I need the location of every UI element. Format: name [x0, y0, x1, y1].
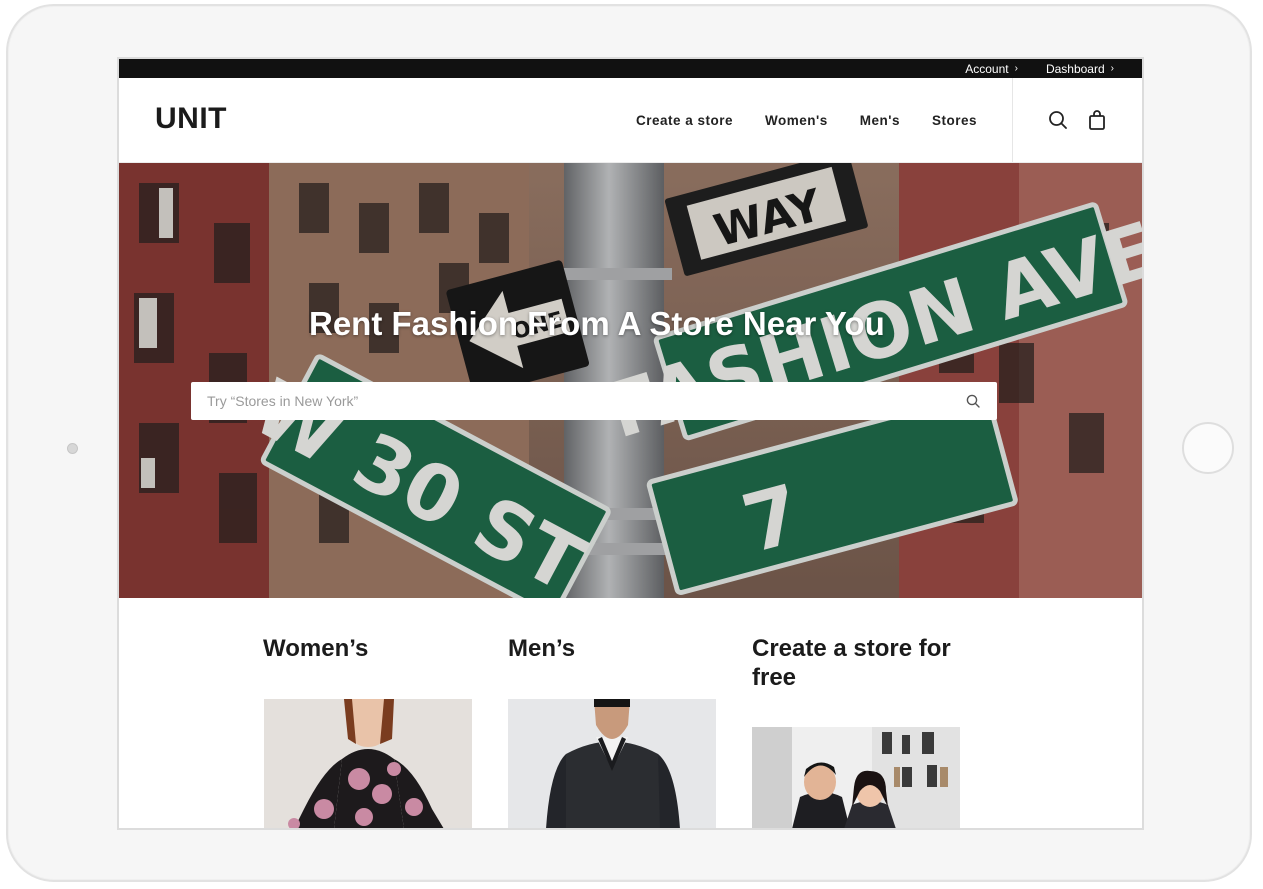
home-button[interactable] — [1182, 422, 1234, 474]
category-section: Women’s Men’s Create a store for free — [119, 599, 1142, 828]
site-header: UNIT Create a store Women's Men's Stores — [119, 78, 1142, 163]
nav-stores[interactable]: Stores — [932, 113, 977, 128]
nav-mens[interactable]: Men's — [860, 113, 900, 128]
mens-category-image[interactable] — [508, 699, 716, 828]
hero-background-image: WAY ONE FASHION AVE 7 W 30 ST — [119, 163, 1142, 598]
account-link-label: Account — [965, 61, 1009, 76]
top-utility-bar: Account › Dashboard › — [119, 59, 1142, 78]
site-logo[interactable]: UNIT — [155, 102, 227, 136]
shopping-bag-icon[interactable] — [1085, 108, 1109, 132]
search-icon[interactable] — [1046, 108, 1070, 132]
womens-category-image[interactable] — [264, 699, 472, 828]
category-title: Create a store for free — [752, 635, 951, 691]
nav-create-store[interactable]: Create a store — [636, 113, 733, 128]
create-store-category-image[interactable] — [752, 727, 960, 828]
category-title: Women’s — [263, 635, 369, 662]
main-nav: Create a store Women's Men's Stores — [636, 113, 977, 128]
category-title: Men’s — [508, 635, 576, 662]
hero-search — [191, 382, 997, 420]
header-divider — [1012, 78, 1013, 162]
nav-womens[interactable]: Women's — [765, 113, 828, 128]
dashboard-link-label: Dashboard — [1045, 61, 1105, 76]
camera-icon — [67, 443, 78, 454]
store-search-input[interactable] — [191, 382, 967, 420]
chevron-right-icon: › — [1110, 63, 1114, 74]
browser-screen: Account › Dashboard › UNIT Create a stor… — [117, 57, 1144, 830]
chevron-right-icon: › — [1014, 63, 1018, 74]
search-icon[interactable] — [965, 393, 981, 409]
account-link[interactable]: Account › — [965, 62, 1018, 76]
dashboard-link[interactable]: Dashboard › — [1046, 62, 1114, 76]
hero-title: Rent Fashion From A Store Near You — [309, 305, 885, 342]
hero-banner: WAY ONE FASHION AVE 7 W 30 ST Rent Fashi… — [119, 163, 1142, 598]
